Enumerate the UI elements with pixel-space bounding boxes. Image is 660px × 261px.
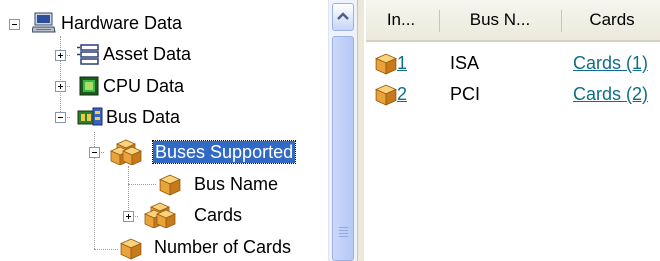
cubes-icon bbox=[144, 202, 176, 233]
tree-node-hardware-data[interactable]: Hardware Data bbox=[61, 12, 182, 34]
list-icon bbox=[77, 43, 101, 70]
scroll-thumb[interactable] bbox=[332, 36, 354, 261]
chevron-up-icon bbox=[337, 12, 349, 20]
tree-connector bbox=[128, 166, 129, 216]
tree-node-cards[interactable]: Cards bbox=[194, 204, 242, 226]
list-view[interactable]: In... Bus N... Cards 1 ISA Cards (1) 2 P… bbox=[366, 0, 660, 261]
row-cards-link[interactable]: Cards (2) bbox=[573, 83, 648, 105]
cubes-icon bbox=[110, 139, 142, 170]
list-header: In... Bus N... Cards bbox=[366, 0, 660, 42]
tree-connector bbox=[128, 184, 156, 185]
column-divider[interactable] bbox=[439, 10, 440, 32]
row-cards-link[interactable]: Cards (1) bbox=[573, 52, 648, 74]
computer-icon bbox=[31, 12, 56, 39]
scroll-grip bbox=[339, 230, 348, 231]
scroll-grip bbox=[339, 227, 348, 228]
bus-icon bbox=[77, 106, 103, 133]
tree-node-asset-data[interactable]: Asset Data bbox=[103, 43, 191, 65]
expand-toggle-cpu-data[interactable] bbox=[55, 81, 66, 92]
collapse-toggle-buses-supported[interactable] bbox=[89, 147, 100, 158]
row-index-link[interactable]: 2 bbox=[397, 83, 407, 105]
tree-node-number-of-cards[interactable]: Number of Cards bbox=[154, 236, 291, 258]
collapse-toggle-bus-data[interactable] bbox=[55, 112, 66, 123]
tree-node-bus-name[interactable]: Bus Name bbox=[194, 173, 278, 195]
tree-connector bbox=[94, 249, 118, 250]
tree-node-cpu-data[interactable]: CPU Data bbox=[103, 75, 184, 97]
tree-view[interactable]: Hardware Data Asset Data CPU Data Bus Da… bbox=[0, 0, 328, 261]
row-bus-name: ISA bbox=[450, 53, 480, 73]
tree-node-buses-supported[interactable]: Buses Supported bbox=[151, 140, 297, 164]
column-divider[interactable] bbox=[561, 10, 562, 32]
pane-splitter[interactable] bbox=[357, 0, 365, 261]
tree-connector bbox=[60, 36, 61, 118]
column-header-index[interactable]: In... bbox=[366, 0, 436, 40]
cube-icon bbox=[120, 238, 142, 261]
chip-icon bbox=[77, 75, 101, 102]
scroll-up-button[interactable] bbox=[332, 3, 354, 31]
cube-icon bbox=[375, 53, 397, 80]
scroll-grip bbox=[339, 233, 348, 234]
row-bus-name: PCI bbox=[450, 84, 481, 104]
scroll-grip bbox=[339, 236, 348, 237]
collapse-toggle-hardware-data[interactable] bbox=[9, 19, 20, 30]
cube-icon bbox=[375, 84, 397, 111]
tree-scrollbar[interactable] bbox=[328, 0, 357, 261]
expand-toggle-asset-data[interactable] bbox=[55, 50, 66, 61]
expand-toggle-cards[interactable] bbox=[123, 211, 134, 222]
tree-node-bus-data[interactable]: Bus Data bbox=[106, 106, 180, 128]
cube-icon bbox=[159, 174, 181, 201]
column-header-bus-name[interactable]: Bus N... bbox=[442, 0, 558, 40]
column-header-cards[interactable]: Cards bbox=[564, 0, 660, 40]
row-index-link[interactable]: 1 bbox=[397, 52, 407, 74]
